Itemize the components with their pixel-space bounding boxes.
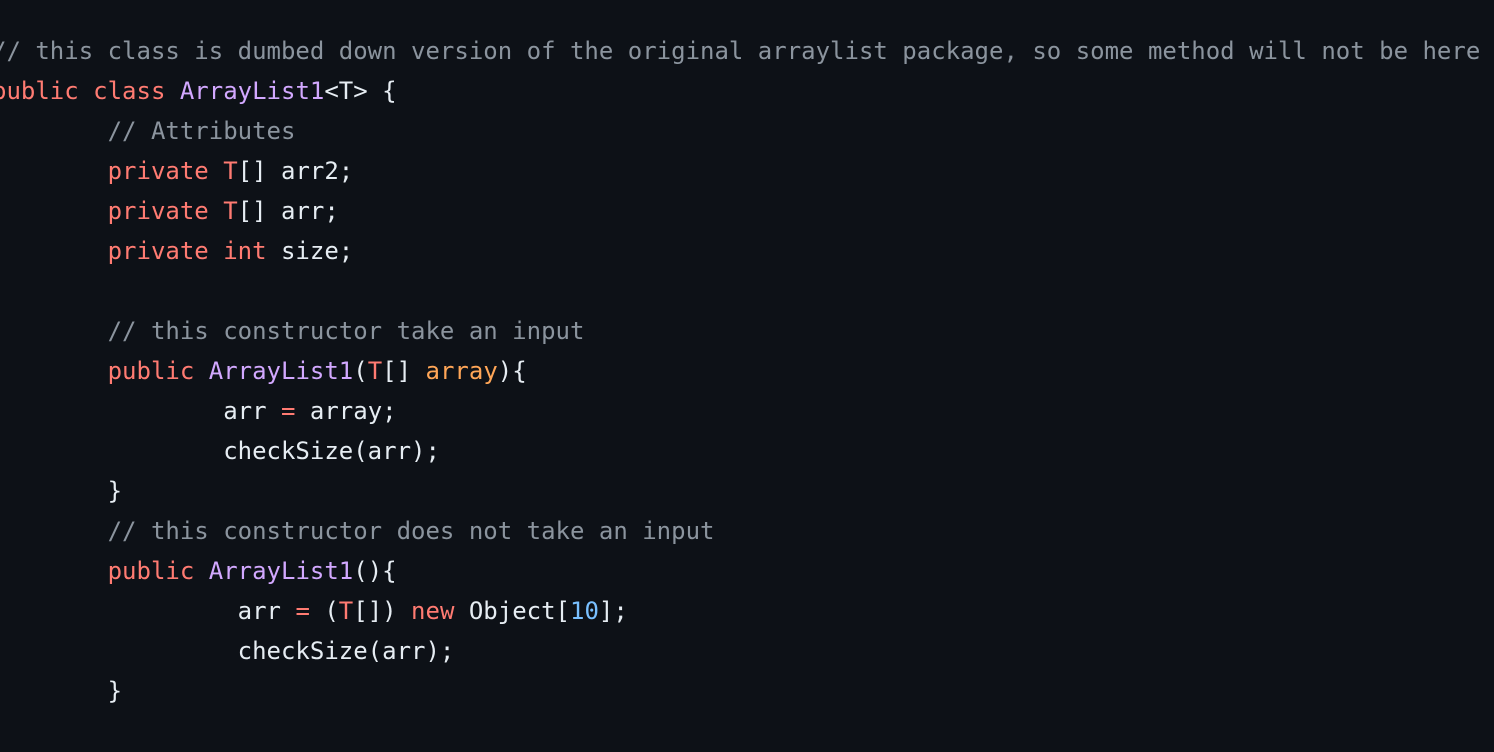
code-text: } [0, 677, 123, 705]
code-line: private int size; [0, 231, 1480, 271]
code-text: ]; [598, 597, 628, 625]
code-comment: // this constructor does not take an inp… [0, 517, 715, 545]
code-keyword: T [367, 357, 383, 385]
code-line: public ArrayList1(){ [0, 551, 1480, 591]
code-text: ( [353, 357, 368, 385]
code-line: public class ArrayList1<T> { [0, 71, 1480, 111]
code-text: array; [309, 397, 397, 425]
code-text: } [0, 477, 123, 505]
code-keyword: int [223, 237, 281, 265]
code-line: } [0, 671, 1480, 711]
code-keyword: public [0, 557, 209, 585]
code-keyword: T [223, 157, 238, 185]
code-text: [] arr; [237, 197, 339, 225]
code-line: checkSize(arr); [0, 631, 1480, 671]
code-text: ( [324, 597, 339, 625]
code-keyword: public [0, 77, 94, 105]
code-keyword: new [411, 597, 469, 625]
code-line: // Attributes [0, 111, 1480, 151]
code-keyword: public [0, 357, 209, 385]
code-text: ){ [497, 357, 527, 385]
code-text: <T> { [324, 77, 397, 105]
code-line: // this constructor does not take an inp… [0, 511, 1480, 551]
code-text: checkSize(arr); [0, 637, 455, 665]
code-text: []) [353, 597, 412, 625]
code-number: 10 [570, 597, 599, 625]
code-line: checkSize(arr); [0, 431, 1480, 471]
code-keyword: T [223, 197, 238, 225]
code-class-name: ArrayList1 [208, 357, 354, 385]
code-keyword: private [0, 197, 224, 225]
code-text: (){ [353, 557, 397, 585]
code-keyword: T [338, 597, 354, 625]
code-line: } [0, 471, 1480, 511]
code-text: size; [280, 237, 354, 265]
code-text: arr [0, 397, 281, 425]
code-text: checkSize(arr); [0, 437, 440, 465]
code-comment: // this class is dumbed down version of … [0, 37, 1481, 65]
code-keyword: private [0, 157, 224, 185]
code-line: arr = (T[]) new Object[10]; [0, 591, 1480, 631]
code-text: [] arr2; [237, 157, 354, 185]
code-line: arr = array; [0, 391, 1480, 431]
code-line: // this class is dumbed down version of … [0, 31, 1480, 71]
code-line: private T[] arr2; [0, 151, 1480, 191]
code-line: private T[] arr; [0, 191, 1480, 231]
code-class-name: ArrayList1 [208, 557, 354, 585]
code-text: Object[ [468, 597, 570, 625]
code-parameter: array [425, 357, 498, 385]
code-text: [] [382, 357, 426, 385]
code-keyword: = [280, 397, 310, 425]
code-class-name: ArrayList1 [179, 77, 325, 105]
code-text: arr [0, 597, 296, 625]
code-keyword: = [295, 597, 325, 625]
code-comment: // this constructor take an input [0, 317, 585, 345]
code-keyword: private [0, 237, 224, 265]
code-line: public ArrayList1(T[] array){ [0, 351, 1480, 391]
code-comment: // Attributes [0, 117, 296, 145]
code-keyword: class [93, 77, 180, 105]
code-line: // this constructor take an input [0, 311, 1480, 351]
code-block: // this class is dumbed down version of … [0, 31, 1480, 711]
